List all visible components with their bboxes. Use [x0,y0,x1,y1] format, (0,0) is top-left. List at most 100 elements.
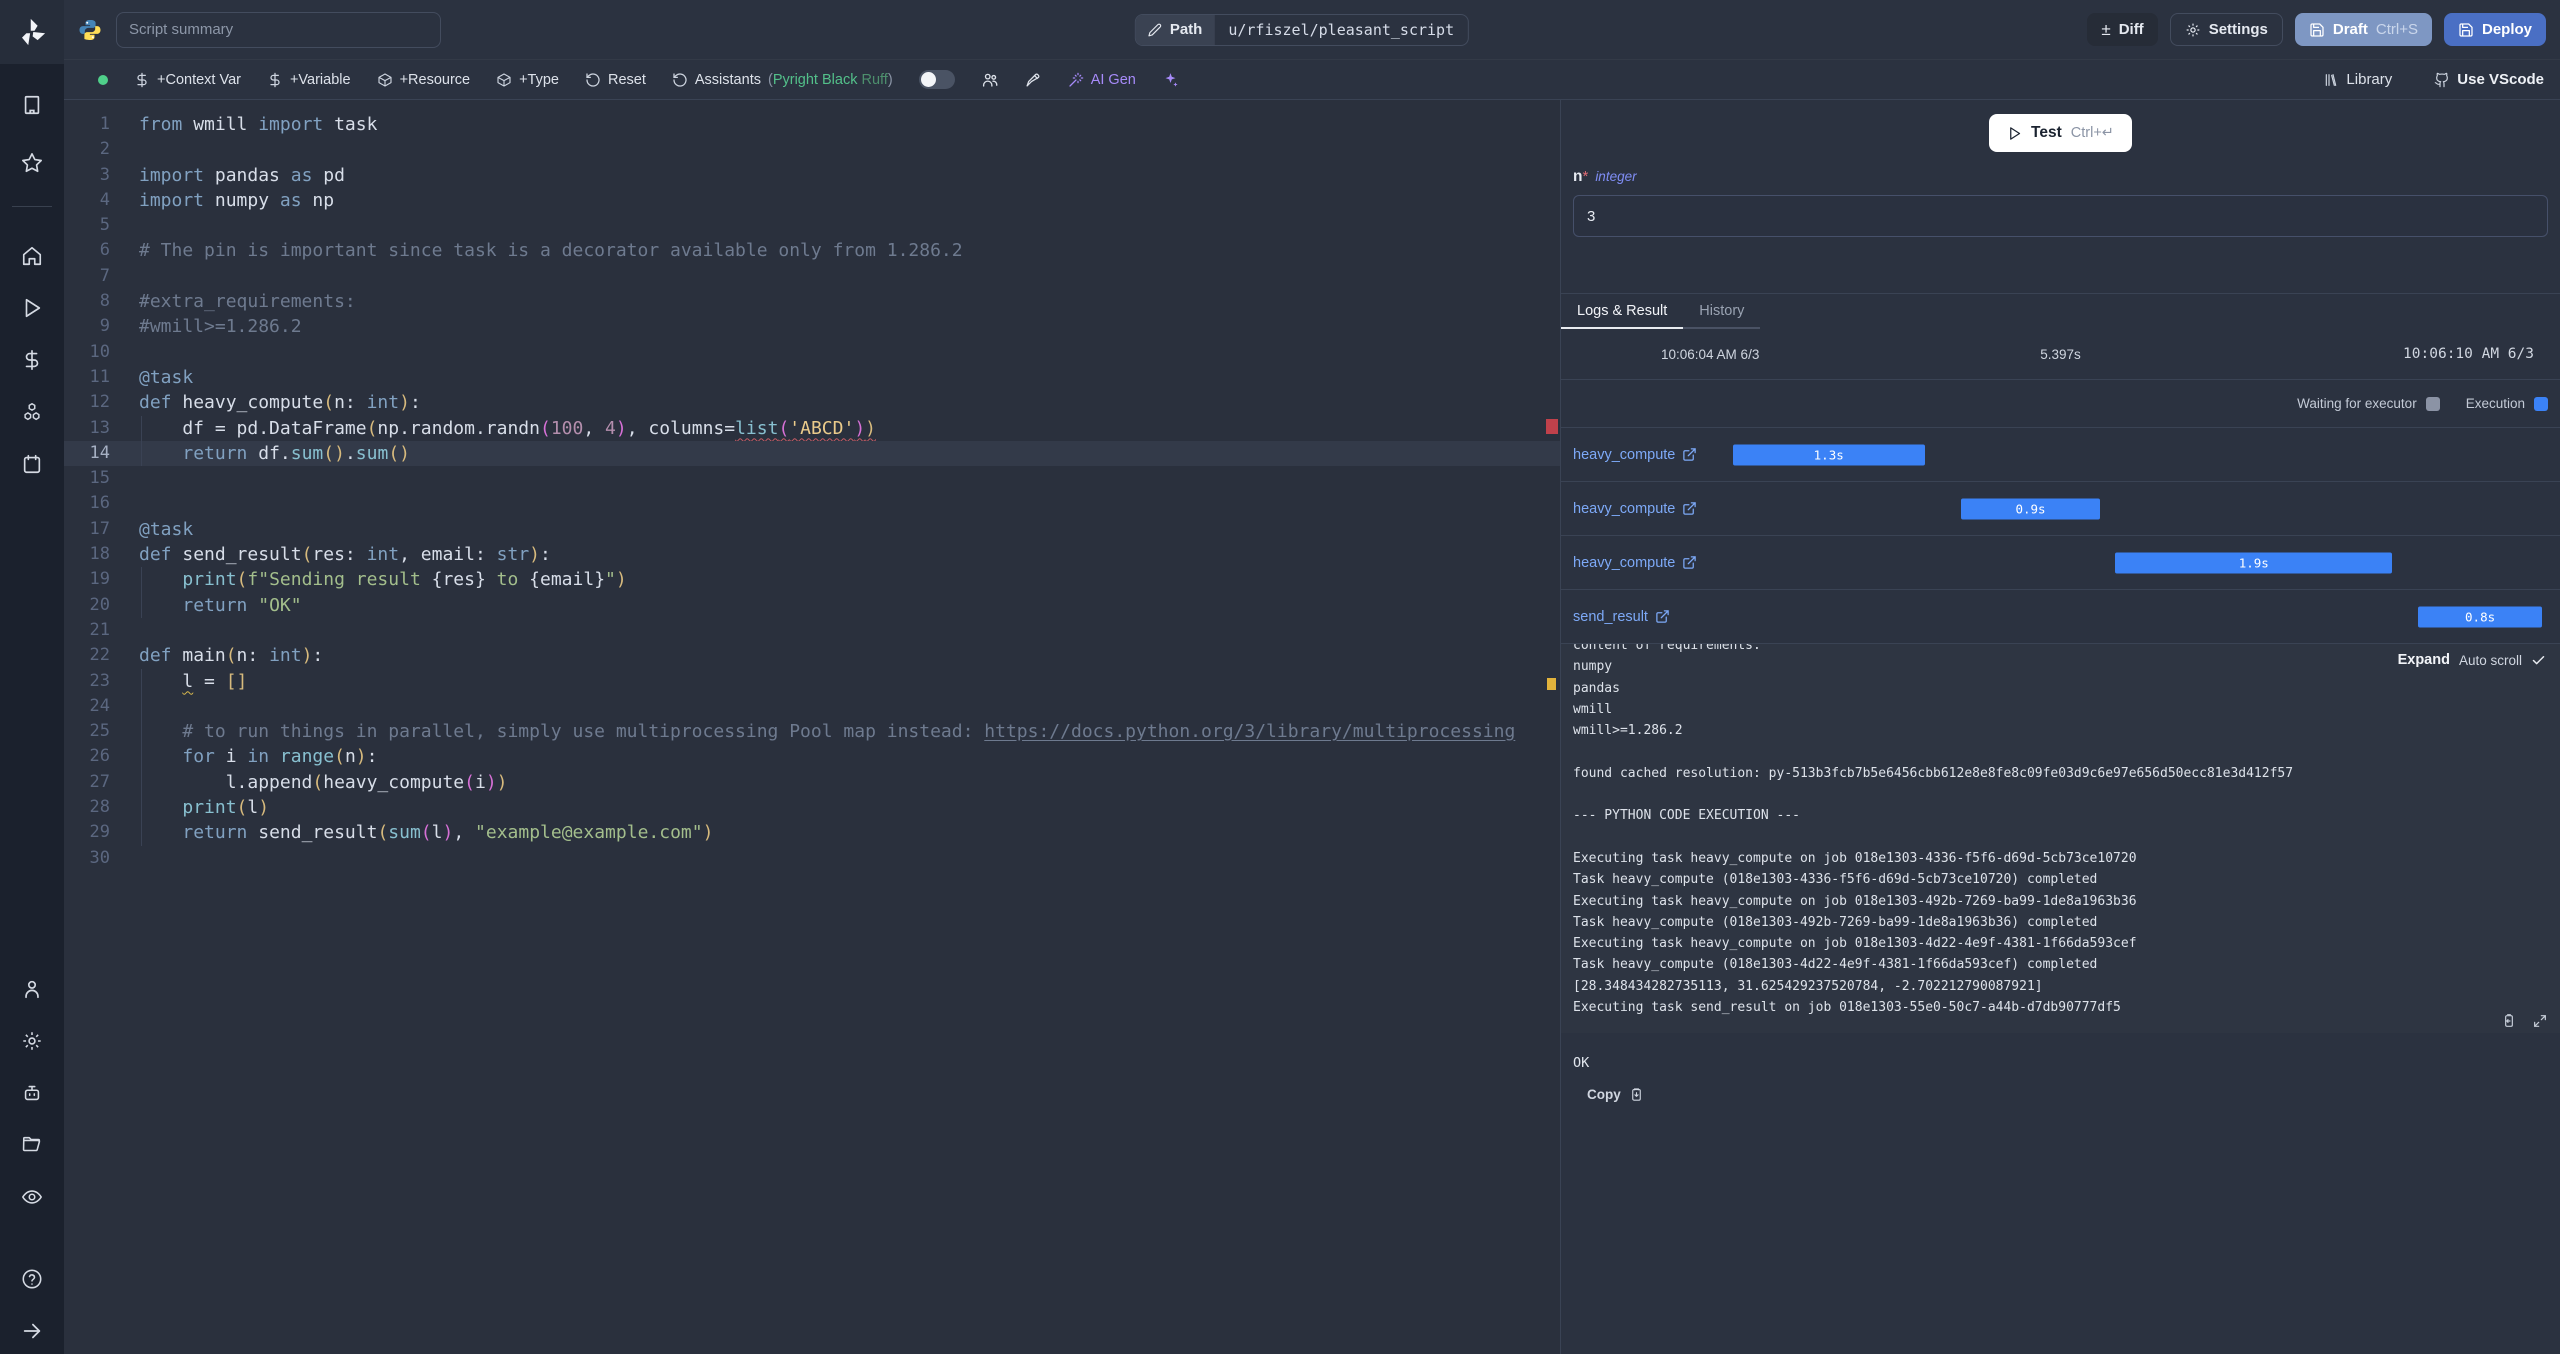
settings-gear-icon[interactable] [21,1030,43,1052]
copy-result-button[interactable]: Copy [1587,1087,2548,1102]
code-line[interactable]: 2 [64,137,1560,162]
script-summary-input[interactable] [116,11,441,48]
library-icon [2326,73,2337,86]
timeline-task-link[interactable]: send_result [1573,609,1670,625]
collapse-arrow-icon[interactable] [21,1320,43,1342]
code-line[interactable]: 29 return send_result(sum(l), "example@e… [64,820,1560,846]
code-line[interactable]: 22 def main(n: int): [64,643,1560,668]
add-context-var-button[interactable]: +Context Var [134,72,241,88]
diff-button[interactable]: ± Diff [2087,13,2158,46]
use-vscode-button[interactable]: Use VScode [2434,71,2544,88]
line-number: 24 [89,695,110,716]
code-line[interactable]: 12 def heavy_compute(n: int): [64,390,1560,415]
windmill-logo[interactable] [0,0,64,64]
line-number: 23 [89,670,110,691]
code-line[interactable]: 25 # to run things in parallel, simply u… [64,719,1560,745]
code-line[interactable]: 7 [64,264,1560,289]
resources-icon[interactable] [21,401,43,423]
ai-gen-button[interactable]: AI Gen [1068,72,1136,88]
schedules-icon[interactable] [21,453,43,475]
draft-button[interactable]: Draft Ctrl+S [2294,13,2432,46]
add-variable-button[interactable]: +Variable [267,72,351,88]
code-line[interactable]: 21 [64,618,1560,643]
path-chip[interactable]: Path u/rfiszel/pleasant_script [1134,13,1470,46]
user-icon[interactable] [21,978,43,1000]
check-icon[interactable] [2531,653,2546,668]
runs-icon[interactable] [21,297,43,319]
favorites-icon[interactable] [21,152,43,174]
code-line[interactable]: 5 [64,213,1560,238]
folders-icon[interactable] [21,1134,43,1156]
bot-icon[interactable] [21,1082,43,1104]
timeline-task-link[interactable]: heavy_compute [1573,447,1697,463]
expand-button[interactable]: Expand [2398,652,2450,668]
autoscroll-label[interactable]: Auto scroll [2459,653,2522,668]
code-line[interactable]: 3 import pandas as pd [64,163,1560,188]
execution-bar[interactable]: 1.3s [1732,444,1925,465]
variables-icon[interactable] [21,349,43,371]
workspace-icon[interactable] [21,94,43,116]
execution-bar[interactable]: 0.9s [1960,498,2101,519]
add-resource-button[interactable]: +Resource [377,72,470,88]
code-line[interactable]: 14 return df.sum().sum() [64,440,1560,467]
error-marker[interactable] [1546,419,1558,434]
content-area: 1 from wmill import task 2 3 import pandas a… [64,100,2560,1354]
code-line[interactable]: 24 [64,693,1560,720]
tab-history[interactable]: History [1683,294,1761,329]
code-line[interactable]: 11 @task [64,365,1560,390]
assistants-button[interactable]: Assistants (Pyright Black Ruff) [672,72,893,88]
code-editor[interactable]: 1 from wmill import task 2 3 import pandas a… [64,100,1560,1354]
assistant-toggle[interactable] [918,70,955,89]
home-icon[interactable] [21,245,43,267]
code-line[interactable]: 13 df = pd.DataFrame(np.random.randn(100… [64,415,1560,441]
sidebar [0,0,64,1354]
multiplayer-icon[interactable] [981,71,999,89]
code-line[interactable]: 16 [64,491,1560,516]
line-number: 5 [99,215,110,236]
code-line[interactable]: 19 print(f"Sending result {res} to {emai… [64,567,1560,593]
code-line[interactable]: 6 # The pin is important since task is a … [64,238,1560,263]
test-kbd: Ctrl+↵ [2070,125,2114,141]
fullscreen-icon[interactable] [2532,1013,2548,1029]
code-line[interactable]: 1 from wmill import task [64,112,1560,137]
code-line[interactable]: 26 for i in range(n): [64,744,1560,770]
sparkles-icon[interactable] [1162,71,1179,88]
add-type-button[interactable]: +Type [496,72,559,88]
code-line[interactable]: 20 return "OK" [64,592,1560,618]
library-button[interactable]: Library [2323,71,2392,88]
execution-bar[interactable]: 1.9s [2115,552,2393,573]
format-brush-icon[interactable] [1025,71,1042,88]
code-line[interactable]: 18 def send_result(res: int, email: str): [64,542,1560,567]
diff-icon: ± [2101,19,2111,39]
timeline-task-link[interactable]: heavy_compute [1573,501,1697,517]
timeline-task-link[interactable]: heavy_compute [1573,555,1697,571]
reset-button[interactable]: Reset [585,72,646,88]
code-line[interactable]: 9 #wmill>=1.286.2 [64,314,1560,339]
code-line[interactable]: 15 [64,466,1560,491]
add-type-label: +Type [519,71,559,88]
code-line[interactable]: 28 print(l) [64,795,1560,821]
code-line[interactable]: 10 [64,340,1560,365]
execution-bar[interactable]: 0.8s [2418,606,2543,627]
code-line[interactable]: 8 #extra_requirements: [64,289,1560,314]
help-icon[interactable] [21,1268,43,1290]
sidebar-divider [12,206,52,207]
result-tabs: Logs & Result History [1561,293,2560,329]
code-line[interactable]: 30 [64,846,1560,871]
path-label-segment: Path [1135,14,1215,45]
settings-button[interactable]: Settings [2169,13,2283,46]
code-line[interactable]: 17 @task [64,517,1560,542]
code-line[interactable]: 23 l = [] [64,668,1560,694]
audit-eye-icon[interactable] [21,1186,43,1208]
tab-logs-result[interactable]: Logs & Result [1561,294,1684,329]
test-button[interactable]: Test Ctrl+↵ [1989,114,2132,152]
code-line[interactable]: 27 l.append(heavy_compute(i)) [64,769,1560,796]
gear-icon [2186,23,2200,36]
n-value-input[interactable] [1573,195,2548,237]
code-line[interactable]: 4 import numpy as np [64,188,1560,213]
timeline-legend: Waiting for executor Execution [1561,380,2560,428]
warning-marker[interactable] [1547,678,1556,690]
copy-logs-icon[interactable] [2501,1013,2517,1029]
logs-section[interactable]: content of requirements: numpy pandas wm… [1561,644,2560,1033]
deploy-button[interactable]: Deploy [2443,13,2546,46]
